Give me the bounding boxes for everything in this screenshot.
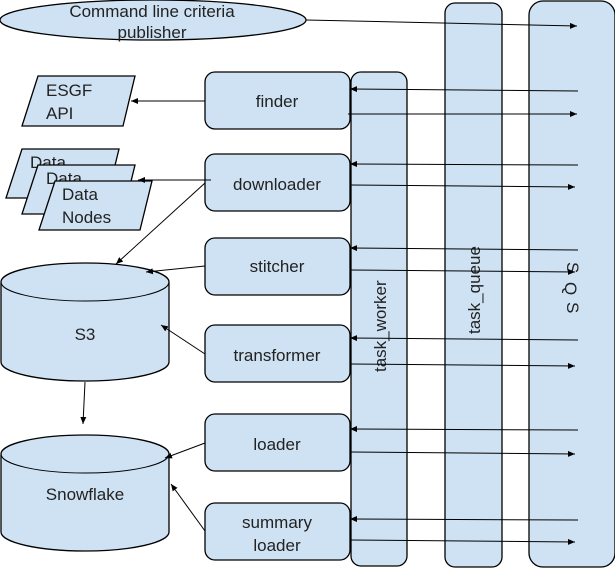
svg-text:summary: summary [242,513,312,532]
stitcher-node[interactable]: stitcher [204,237,351,296]
svg-text:stitcher: stitcher [250,257,305,276]
snowflake-node[interactable]: Snowflake [0,434,170,552]
summary-loader-node[interactable]: summary loader [204,502,351,561]
svg-text:ESGF: ESGF [46,81,92,100]
esgf-api-node[interactable]: ESGF API [21,75,136,127]
svg-text:Snowflake: Snowflake [46,485,124,504]
edge-stitcher-s3 [145,265,206,275]
edge-s3-snowflake [80,381,87,425]
svg-text:publisher: publisher [118,23,187,42]
edge-loader-snowflake [164,442,206,459]
downloader-node[interactable]: downloader [204,153,351,212]
task-worker-label: task_worker [371,280,390,372]
s3-node[interactable]: S3 [0,262,170,382]
task-queue-column[interactable]: task_queue [444,2,503,568]
publisher-node[interactable]: Command line criteria publisher [0,0,307,42]
svg-text:transformer: transformer [234,346,321,365]
svg-text:Nodes: Nodes [62,208,111,227]
architecture-diagram: S Q S task_queue task_worker Command lin… [0,0,615,568]
svg-text:Command line criteria: Command line criteria [69,2,235,21]
svg-text:S3: S3 [75,325,96,344]
svg-text:Data: Data [62,185,98,204]
transformer-node[interactable]: transformer [204,324,351,383]
edge-summaryloader-snowflake [170,483,206,532]
svg-text:S: S [563,302,582,313]
svg-text:loader: loader [253,435,301,454]
svg-text:API: API [46,104,73,123]
data-nodes-node[interactable]: Data Data Data Nodes [5,148,153,231]
svg-text:downloader: downloader [233,175,321,194]
sqs-label: S Q S [561,262,582,313]
svg-text:loader: loader [253,536,301,555]
task-worker-column[interactable]: task_worker [350,71,408,567]
sqs-column[interactable]: S Q S [528,0,615,568]
finder-node[interactable]: finder [204,71,351,130]
task-queue-label: task_queue [465,246,484,334]
loader-node[interactable]: loader [204,413,351,472]
svg-text:finder: finder [256,92,299,111]
svg-text:Q: Q [561,282,580,295]
